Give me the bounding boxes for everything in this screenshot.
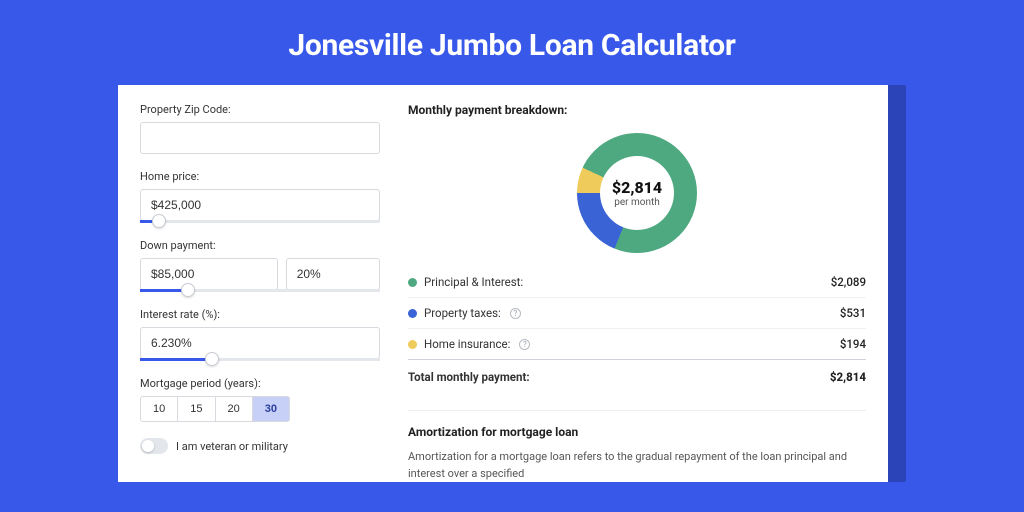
line-item-1: Property taxes:? $531: [408, 297, 866, 328]
amortization-block: Amortization for mortgage loan Amortizat…: [408, 410, 866, 482]
line-item-0: Principal & Interest: $2,089: [408, 267, 866, 297]
amortization-title: Amortization for mortgage loan: [408, 425, 866, 439]
breakdown-title: Monthly payment breakdown:: [408, 103, 866, 117]
help-icon[interactable]: ?: [510, 308, 521, 319]
down-percent-input[interactable]: [286, 258, 380, 290]
card-shadow: Property Zip Code: Home price: Down paym…: [118, 85, 906, 482]
amortization-text: Amortization for a mortgage loan refers …: [408, 449, 866, 482]
rate-label: Interest rate (%):: [140, 308, 380, 321]
down-field-block: Down payment:: [140, 239, 380, 292]
zip-label: Property Zip Code:: [140, 103, 380, 116]
zip-field-block: Property Zip Code:: [140, 103, 380, 154]
down-slider-thumb[interactable]: [181, 283, 195, 297]
rate-slider[interactable]: [140, 358, 380, 361]
help-icon[interactable]: ?: [519, 339, 530, 350]
veteran-toggle-row: I am veteran or military: [140, 438, 380, 454]
total-row: Total monthly payment: $2,814: [408, 359, 866, 392]
term-option-10[interactable]: 10: [140, 396, 178, 422]
rate-input[interactable]: [140, 327, 380, 359]
term-option-15[interactable]: 15: [178, 396, 215, 422]
zip-input[interactable]: [140, 122, 380, 154]
line-item-left: Property taxes:?: [408, 306, 521, 320]
term-option-30[interactable]: 30: [253, 396, 290, 422]
veteran-toggle-knob: [142, 440, 154, 452]
veteran-label: I am veteran or military: [176, 440, 288, 453]
total-label: Total monthly payment:: [408, 370, 530, 384]
legend-dot-icon: [408, 309, 417, 318]
line-item-label: Property taxes:: [424, 306, 501, 320]
rate-slider-thumb[interactable]: [205, 352, 219, 366]
down-slider[interactable]: [140, 289, 380, 292]
line-item-label: Home insurance:: [424, 337, 510, 351]
donut-amount: $2,814: [612, 178, 662, 197]
line-item-value: $531: [840, 306, 866, 320]
line-item-2: Home insurance:? $194: [408, 328, 866, 359]
legend-dot-icon: [408, 340, 417, 349]
down-label: Down payment:: [140, 239, 380, 252]
price-slider[interactable]: [140, 220, 380, 223]
price-label: Home price:: [140, 170, 380, 183]
price-slider-thumb[interactable]: [152, 214, 166, 228]
line-item-label: Principal & Interest:: [424, 275, 523, 289]
veteran-toggle[interactable]: [140, 438, 168, 454]
term-option-20[interactable]: 20: [216, 396, 253, 422]
term-field-block: Mortgage period (years): 10152030: [140, 377, 380, 422]
down-amount-input[interactable]: [140, 258, 278, 290]
donut-sub: per month: [614, 197, 660, 208]
donut-center: $2,814 per month: [600, 156, 674, 230]
term-options: 10152030: [140, 396, 380, 422]
breakdown-column: Monthly payment breakdown: $2,814 per mo…: [408, 103, 866, 482]
inputs-column: Property Zip Code: Home price: Down paym…: [140, 103, 380, 482]
page-title: Jonesville Jumbo Loan Calculator: [0, 0, 1024, 85]
price-field-block: Home price:: [140, 170, 380, 223]
rate-slider-fill: [140, 358, 212, 361]
legend-dot-icon: [408, 278, 417, 287]
rate-field-block: Interest rate (%):: [140, 308, 380, 361]
line-items: Principal & Interest: $2,089 Property taxe…: [408, 267, 866, 359]
total-value: $2,814: [830, 370, 866, 384]
price-input[interactable]: [140, 189, 380, 221]
donut-wrap: $2,814 per month: [408, 127, 866, 267]
line-item-value: $194: [840, 337, 866, 351]
calculator-card: Property Zip Code: Home price: Down paym…: [118, 85, 888, 482]
line-item-left: Principal & Interest:: [408, 275, 523, 289]
line-item-left: Home insurance:?: [408, 337, 530, 351]
line-item-value: $2,089: [831, 275, 866, 289]
term-label: Mortgage period (years):: [140, 377, 380, 390]
payment-donut-chart: $2,814 per month: [577, 133, 697, 253]
